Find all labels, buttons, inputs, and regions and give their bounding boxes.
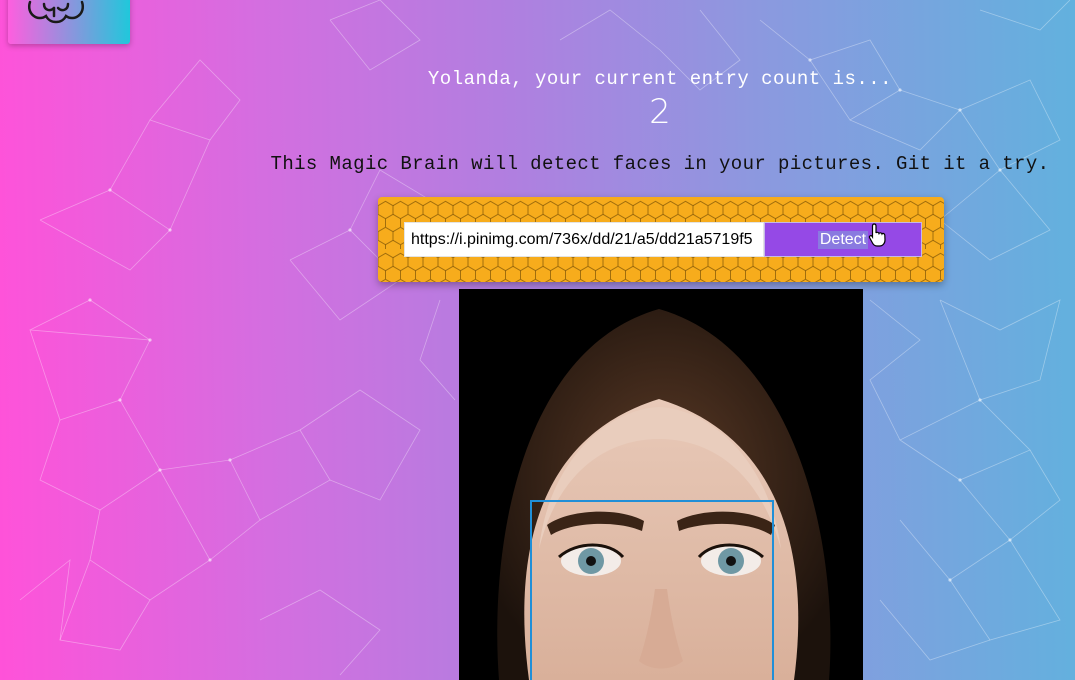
entry-count-value: 2 [649, 92, 671, 132]
portrait-photo [459, 289, 863, 680]
detect-button[interactable]: Detect [764, 222, 922, 257]
image-url-input[interactable] [404, 222, 764, 257]
image-link-form: Detect [378, 197, 944, 282]
brain-icon [27, 0, 85, 24]
intro-description: This Magic Brain will detect faces in yo… [270, 153, 1050, 175]
detect-button-label: Detect [817, 230, 869, 249]
pointer-hand-icon [868, 223, 886, 247]
entry-count-greeting: Yolanda, your current entry count is... [427, 68, 893, 90]
logo-card[interactable] [8, 0, 130, 44]
face-bounding-box [530, 500, 774, 680]
